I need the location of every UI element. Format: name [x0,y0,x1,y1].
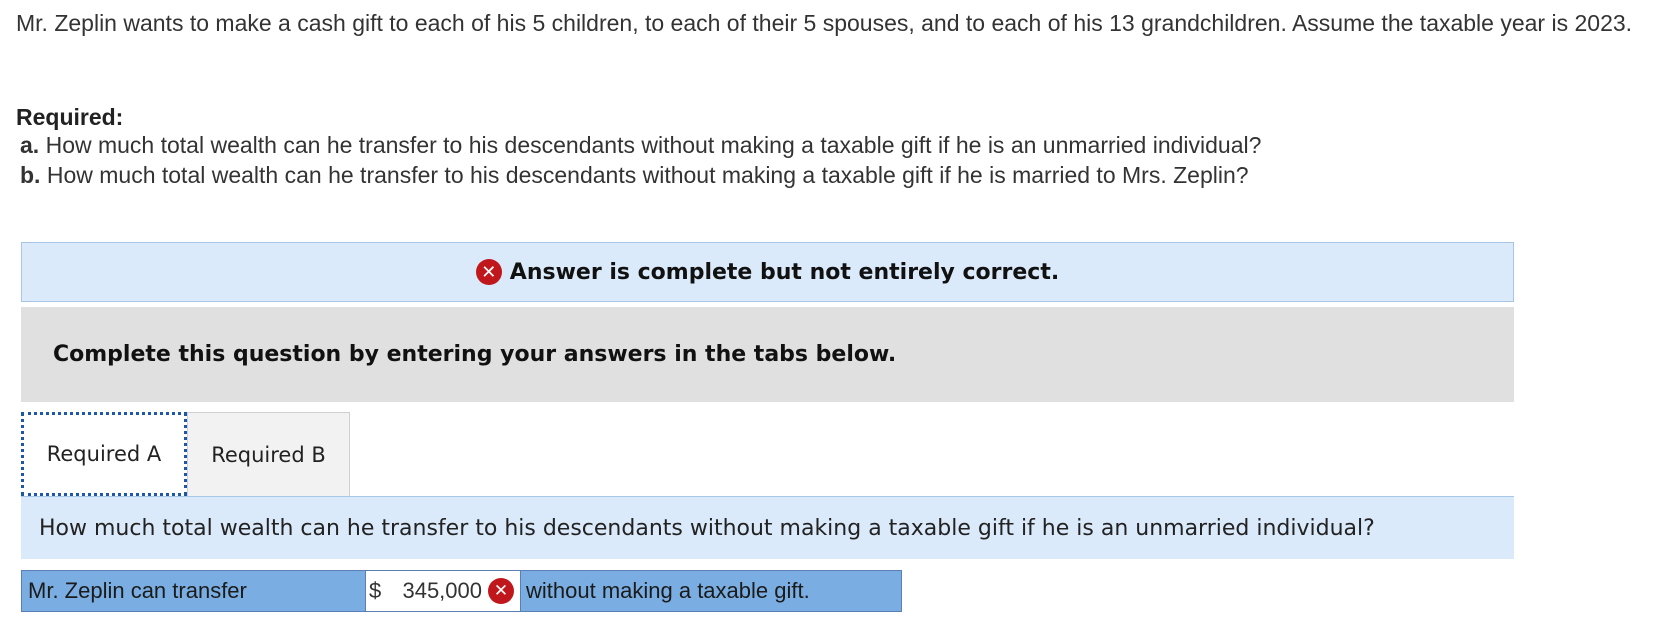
transfer-amount-input[interactable]: $ 345,000 ✕ [366,571,521,611]
required-item-text: How much total wealth can he transfer to… [46,162,1249,188]
required-item-b: b. How much total wealth can he transfer… [20,160,1261,190]
required-heading: Required: [16,104,124,130]
required-item-letter: a. [20,132,40,158]
x-icon: ✕ [488,578,514,604]
status-text: Answer is complete but not entirely corr… [509,259,1060,285]
required-item-a: a. How much total wealth can he transfer… [20,130,1261,160]
problem-intro: Mr. Zeplin wants to make a cash gift to … [16,10,1633,36]
tab-required-a[interactable]: Required A [21,412,187,496]
answer-status-banner: ✕ Answer is complete but not entirely co… [21,242,1514,302]
question-text: How much total wealth can he transfer to… [39,515,1375,541]
required-item-letter: b. [20,162,41,188]
required-list: a. How much total wealth can he transfer… [20,130,1261,190]
answer-suffix-label: without making a taxable gift. [521,571,901,611]
answer-row: Mr. Zeplin can transfer $ 345,000 ✕ with… [21,570,902,612]
currency-symbol: $ [369,578,382,603]
x-icon: ✕ [475,259,502,285]
answer-prefix-label: Mr. Zeplin can transfer [22,571,366,611]
tab-bar: Required A Required B [21,412,350,496]
instructions-text: Complete this question by entering your … [53,342,897,367]
question-bar: How much total wealth can he transfer to… [21,496,1514,559]
amount-value[interactable]: 345,000 [389,578,488,604]
instructions-bar: Complete this question by entering your … [21,307,1514,402]
tab-required-b[interactable]: Required B [187,412,350,496]
required-item-text: How much total wealth can he transfer to… [45,132,1262,158]
